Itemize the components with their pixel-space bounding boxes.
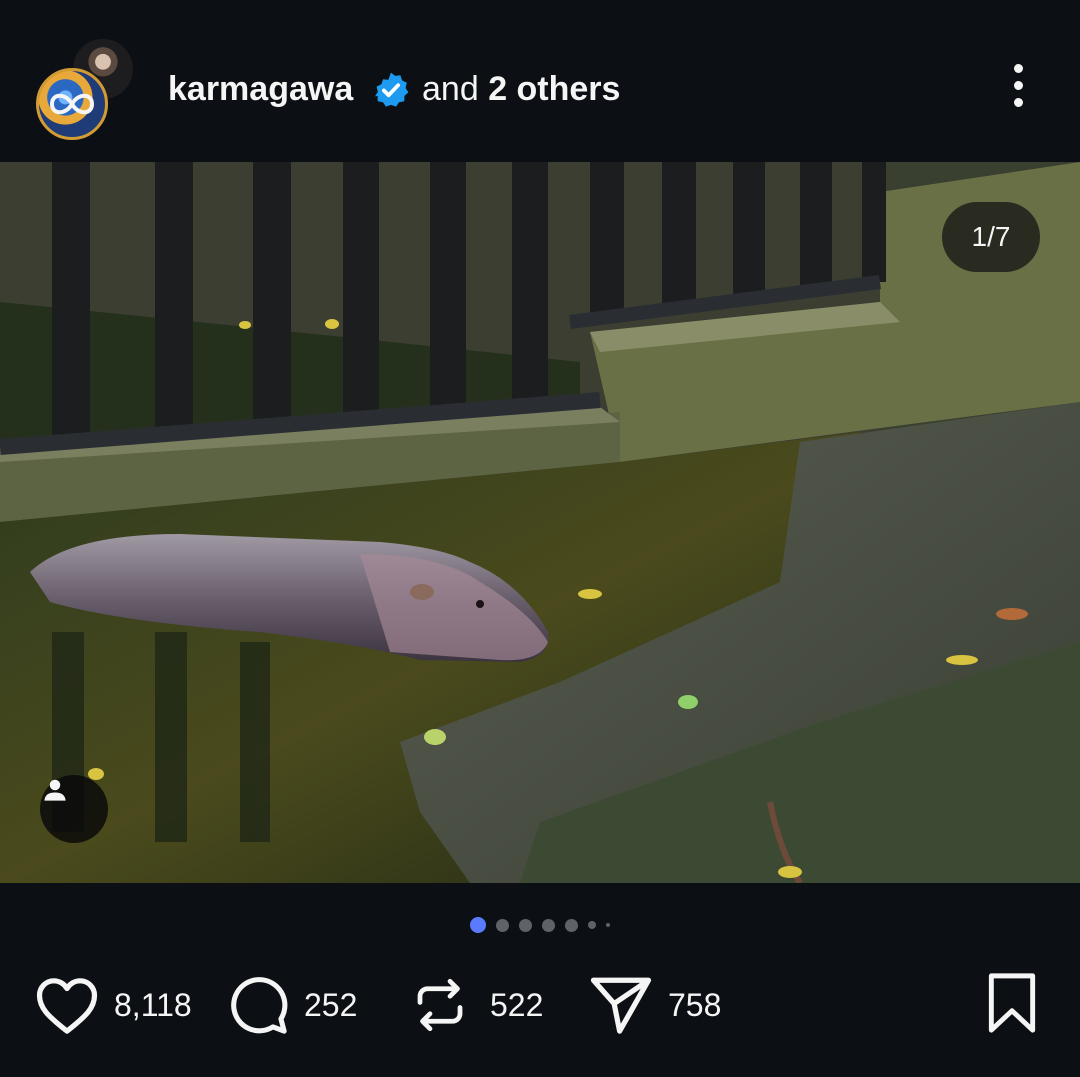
carousel-dot-2: [496, 918, 509, 932]
collaborators-text[interactable]: and 2 others: [422, 70, 620, 109]
heart-icon: [36, 978, 98, 1034]
like-count: 8,118: [114, 986, 192, 1023]
verified-badge-icon: [375, 72, 409, 107]
avatar-karmagawa[interactable]: [36, 68, 108, 140]
avatar-stack[interactable]: [36, 36, 146, 146]
infinity-logo-icon: [49, 93, 95, 115]
bookmark-button[interactable]: [984, 972, 1040, 1039]
like-button[interactable]: 8,118: [34, 972, 192, 1038]
others-label[interactable]: 2 others: [488, 70, 620, 108]
comment-icon: [231, 977, 288, 1034]
carousel-dot-3: [519, 918, 532, 932]
more-vertical-icon[interactable]: [1000, 64, 1036, 114]
post-image[interactable]: 1/7: [0, 162, 1080, 883]
carousel-dot-1: [470, 917, 486, 933]
carousel-dot-6: [588, 921, 596, 929]
comment-button[interactable]: 252: [226, 972, 357, 1038]
share-icon: [590, 977, 652, 1034]
carousel-indicator: [0, 915, 1080, 935]
username[interactable]: karmagawa: [168, 70, 353, 109]
repost-icon: [417, 978, 463, 1032]
carousel-dot-4: [542, 918, 555, 932]
image-counter: 1/7: [942, 202, 1040, 272]
carousel-dot-5: [565, 918, 578, 932]
repost-button[interactable]: 522: [410, 972, 543, 1038]
share-count: 758: [668, 986, 722, 1023]
comment-count: 252: [304, 986, 358, 1023]
and-label: and: [422, 70, 479, 108]
user-tag-icon: [44, 779, 66, 801]
post-header: karmagawa and 2 others: [0, 0, 1080, 162]
share-button[interactable]: 758: [588, 972, 721, 1038]
repost-count: 522: [490, 986, 544, 1023]
user-tag-button[interactable]: [40, 775, 108, 843]
action-bar: 8,118 252 522 758: [0, 960, 1080, 1050]
bookmark-icon: [988, 973, 1036, 1033]
hippo-photo: [0, 162, 1080, 883]
carousel-dot-7: [606, 923, 610, 927]
